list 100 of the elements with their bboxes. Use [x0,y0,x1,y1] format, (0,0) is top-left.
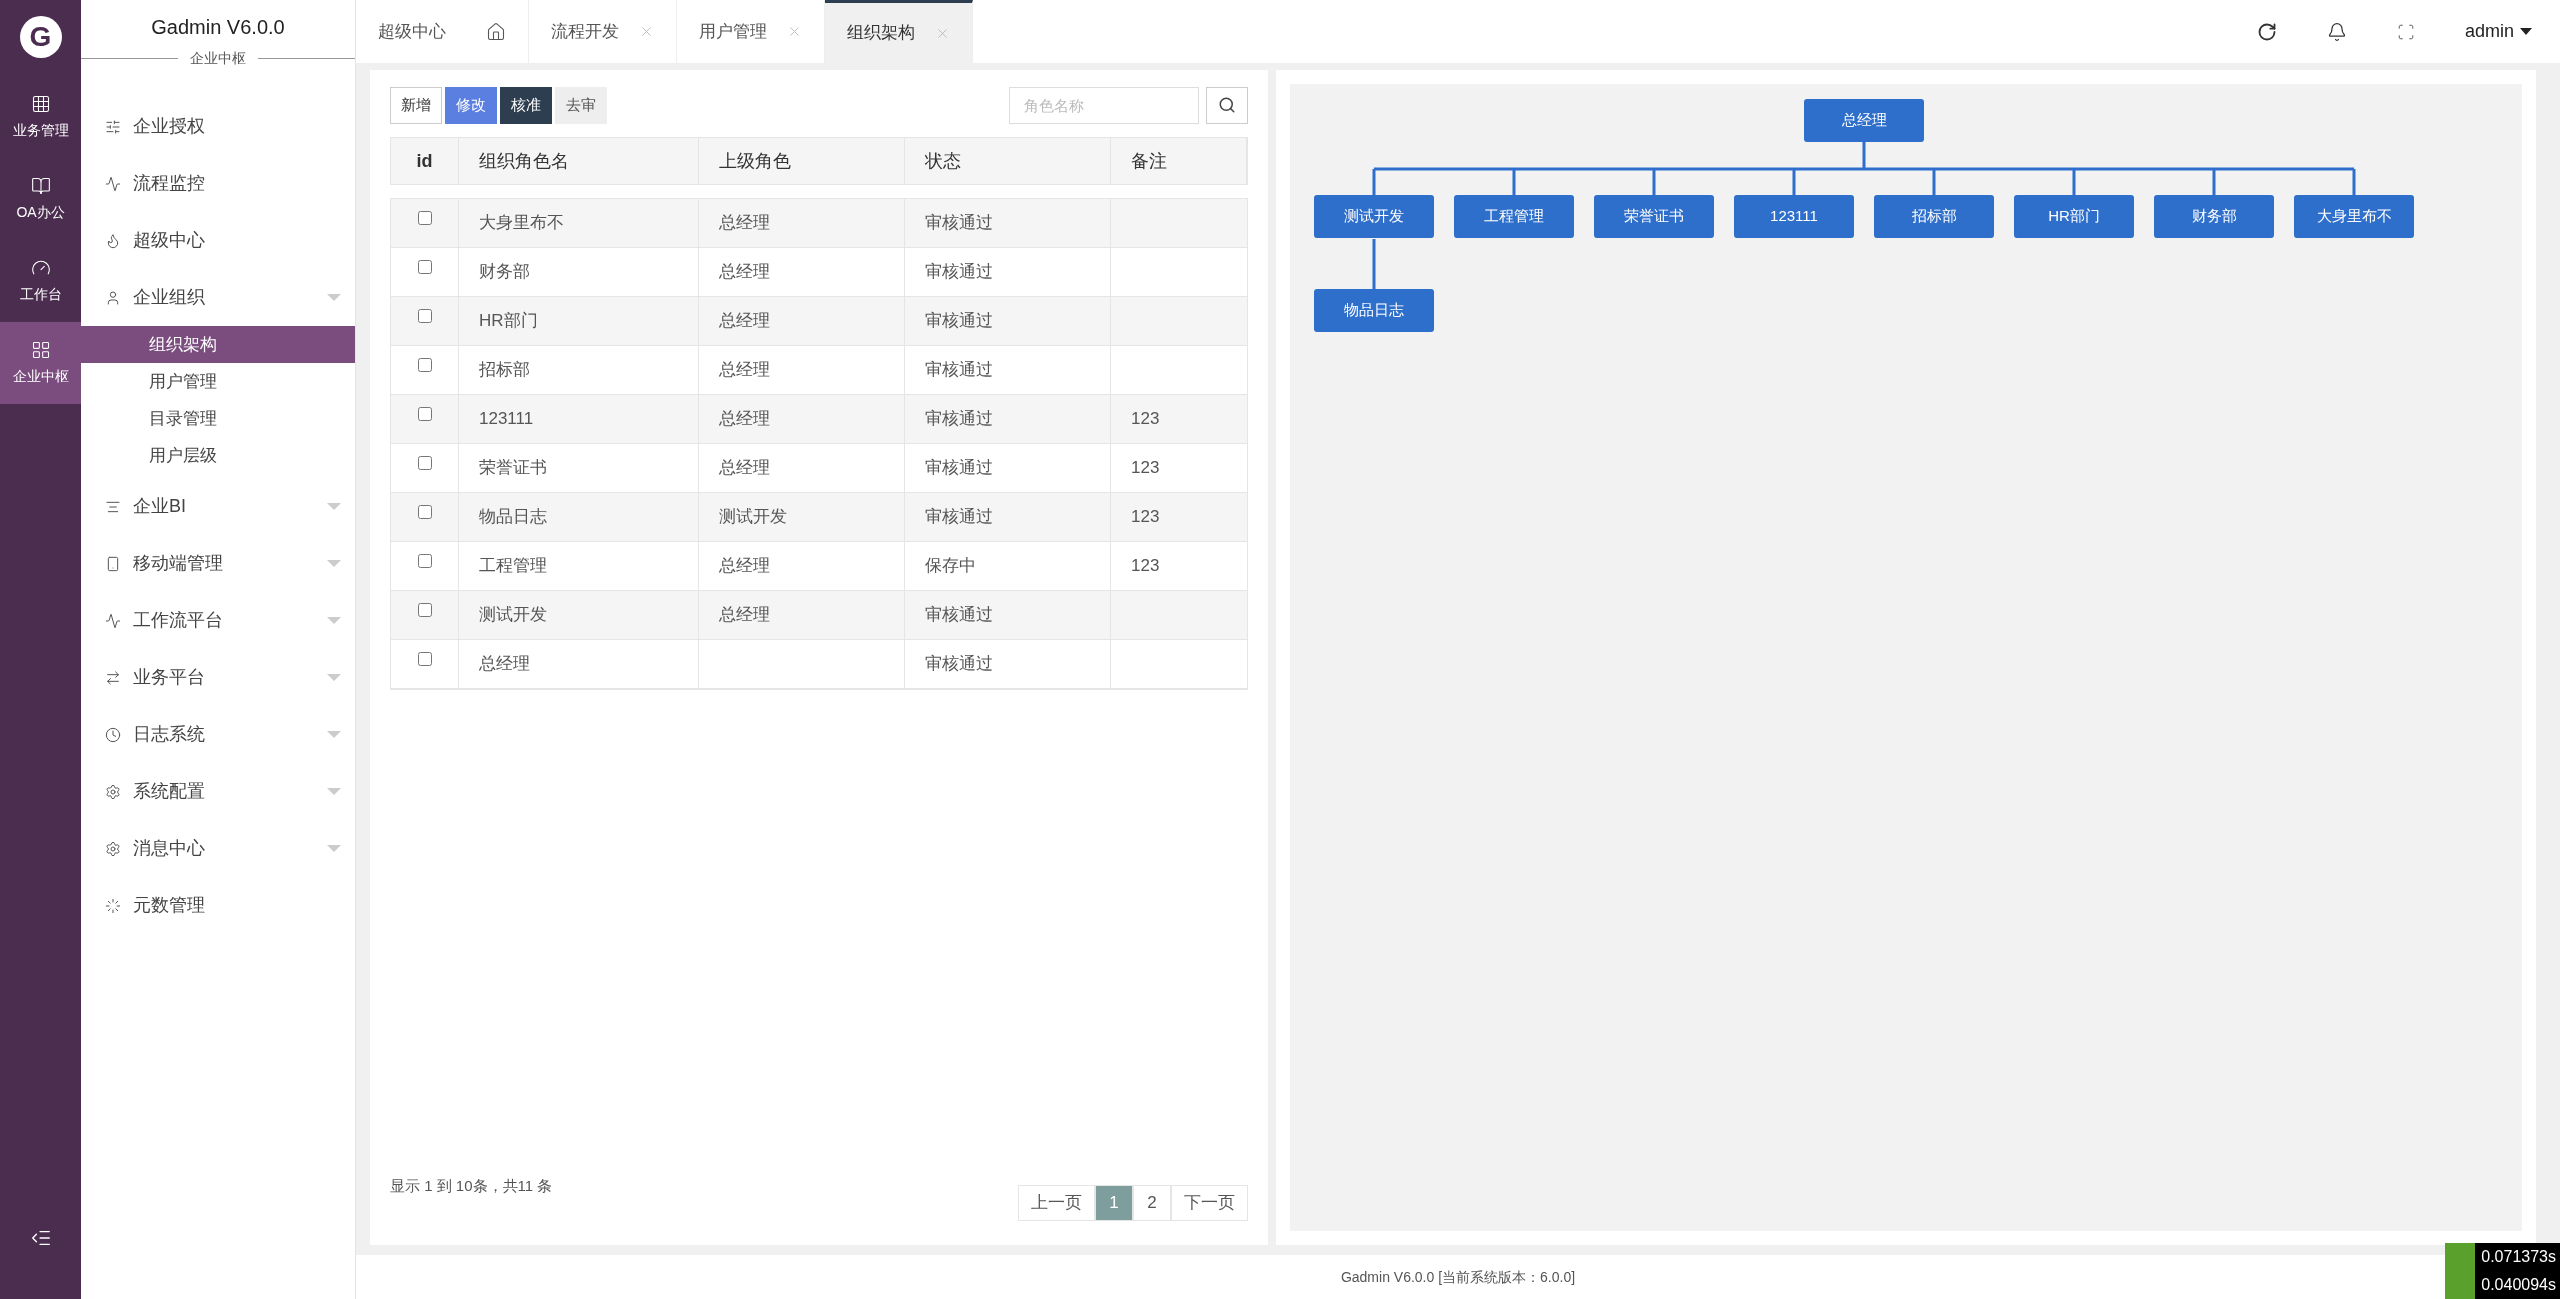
org-node[interactable]: 招标部 [1874,195,1994,238]
rail-item[interactable]: OA办公 [0,158,81,240]
toolbar-button[interactable]: 新增 [390,86,442,124]
caret-icon [327,560,341,567]
org-node[interactable]: 大身里布不 [2294,195,2414,238]
sidebar-item[interactable]: 系统配置 [81,763,355,820]
table-cell-text: 测试开发 [479,604,547,627]
caret-icon [327,503,341,510]
caret-icon [327,294,341,301]
table-cell-text: 123 [1131,555,1160,578]
row-checkbox[interactable] [417,505,432,519]
submenu-item[interactable]: 组织架构 [81,326,355,363]
row-checkbox[interactable] [417,260,432,274]
org-node[interactable]: 财务部 [2154,195,2274,238]
table-cell-text: 总经理 [719,261,770,284]
tab[interactable]: 组织架构 [825,0,973,63]
table-cell-text: 审核通过 [925,457,993,480]
table-cell-text: 审核通过 [925,604,993,627]
toolbar-button[interactable]: 修改 [445,86,497,124]
sidebar-item[interactable]: 企业组织 [81,269,355,326]
search-field[interactable]: 角色名称 [1009,86,1199,124]
table-cell-text: 大身里布不 [479,212,564,235]
phone-icon [105,555,121,572]
user-menu[interactable]: admin [2464,18,2532,45]
tab[interactable]: 流程开发 [529,0,677,63]
org-node[interactable]: 物品日志 [1314,289,1434,332]
table-cell-text: 审核通过 [925,359,993,382]
gear-icon [105,840,121,857]
org-node[interactable]: 测试开发 [1314,195,1434,238]
next-page-button[interactable]: 下一页 [1171,1185,1248,1221]
arrows-icon [105,669,121,686]
sidebar-item[interactable]: 移动端管理 [81,535,355,592]
sidebar-item[interactable]: 日志系统 [81,706,355,763]
search-button[interactable] [1206,86,1248,124]
table-cell-text: 审核通过 [925,310,993,333]
refresh-icon[interactable] [2256,21,2277,42]
table-cell-text: 工程管理 [479,555,547,578]
org-node[interactable]: HR部门 [2014,195,2134,238]
table-cell-text: 总经理 [719,604,770,627]
logo: G [19,16,62,58]
sidebar-item[interactable]: 超级中心 [81,212,355,269]
sidebar-item[interactable]: 工作流平台 [81,592,355,649]
table-cell-text: 审核通过 [925,653,993,676]
column-header: 组织角色名 [459,138,699,184]
table-cell-text: 总经理 [719,457,770,480]
table-cell-text: HR部门 [479,310,538,333]
table-cell-text: 招标部 [479,359,530,382]
caret-icon [327,731,341,738]
sidebar-item[interactable]: 流程监控 [81,155,355,212]
rail-item[interactable]: 企业中枢 [0,322,81,404]
rail-item[interactable]: 工作台 [0,240,81,322]
table-cell-text: 财务部 [479,261,530,284]
caret-icon [327,674,341,681]
fullscreen-icon[interactable] [2396,22,2415,41]
table-cell-text: 审核通过 [925,506,993,529]
column-header: id [391,138,459,184]
caret-icon [327,788,341,795]
book-icon [30,175,51,196]
sidebar-item[interactable]: 企业授权 [81,98,355,155]
sidebar-item[interactable]: 元数管理 [81,877,355,934]
column-header: 状态 [905,138,1111,184]
row-checkbox[interactable] [417,456,432,470]
submenu-item[interactable]: 用户管理 [81,363,355,400]
org-node[interactable]: 荣誉证书 [1594,195,1714,238]
rail-item[interactable]: 业务管理 [0,76,81,158]
row-checkbox[interactable] [417,652,432,666]
row-checkbox[interactable] [417,407,432,421]
home-icon[interactable] [486,21,506,42]
sidebar-item[interactable]: 企业BI [81,478,355,535]
submenu-item[interactable]: 用户层级 [81,437,355,474]
row-checkbox[interactable] [417,554,432,568]
org-node[interactable]: 123111 [1734,195,1854,238]
row-checkbox[interactable] [417,211,432,225]
user-icon [105,289,121,306]
bell-icon[interactable] [2326,21,2347,42]
tab[interactable]: 超级中心 [356,0,529,63]
section-title: 企业中枢 [190,49,246,68]
pagination-summary: 显示 1 到 10条，共11 条 [390,1175,553,1196]
row-checkbox[interactable] [417,309,432,323]
row-checkbox[interactable] [417,358,432,372]
prev-page-button[interactable]: 上一页 [1018,1185,1095,1221]
sliders-icon [105,118,121,135]
connector-line [1372,239,1376,289]
table-cell-text: 123 [1131,457,1160,480]
table-cell-text: 审核通过 [925,261,993,284]
table-cell-text: 保存中 [925,555,976,578]
submenu-item[interactable]: 目录管理 [81,400,355,437]
caret-icon [327,845,341,852]
table-cell-text: 总经理 [719,310,770,333]
sidebar-item[interactable]: 消息中心 [81,820,355,877]
org-node[interactable]: 工程管理 [1454,195,1574,238]
toolbar-button[interactable]: 去审 [555,86,607,124]
sidebar-item[interactable]: 业务平台 [81,649,355,706]
table-cell-text: 测试开发 [719,506,787,529]
org-node[interactable]: 总经理 [1804,99,1924,142]
row-checkbox[interactable] [417,603,432,617]
table-cell-text: 荣誉证书 [479,457,547,480]
page-button[interactable]: 2 [1133,1185,1171,1221]
toolbar-button[interactable]: 核准 [500,86,552,124]
table-cell-text: 物品日志 [479,506,547,529]
